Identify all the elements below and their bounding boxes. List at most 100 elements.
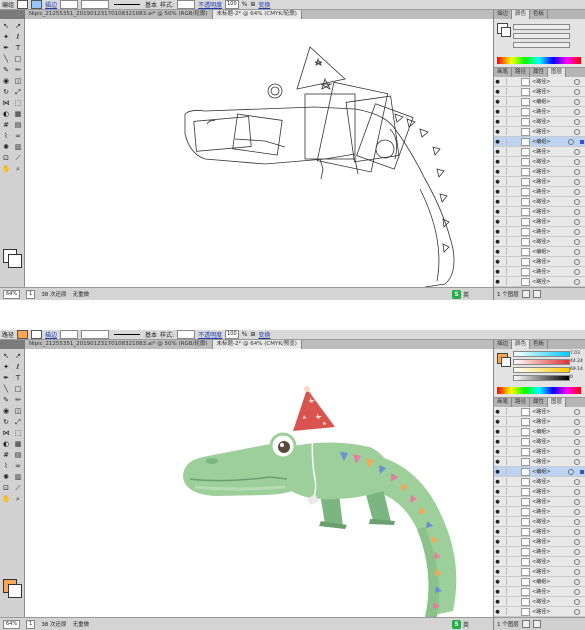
rotate-tool-icon[interactable]: ↻ [1,87,11,97]
eraser-tool-icon[interactable]: ◫ [13,76,23,86]
lock-toggle[interactable] [501,118,507,125]
line-tool-icon[interactable]: ╲ [1,384,11,394]
visibility-eye-icon[interactable]: ● [494,89,501,95]
target-circle-icon[interactable] [574,438,580,445]
layer-row[interactable]: ● <路径> [494,267,585,277]
opacity-link[interactable]: 不透明度 [198,0,222,9]
slice-tool-icon[interactable]: ⟋ [13,153,23,163]
paintbrush-tool-icon[interactable]: ✎ [1,395,11,405]
visibility-eye-icon[interactable]: ● [494,139,501,145]
layer-row[interactable]: ● <路径> [494,597,585,607]
target-circle-icon[interactable] [574,78,580,85]
visibility-eye-icon[interactable]: ● [494,119,501,125]
pen-tool-icon[interactable]: ✒ [1,43,11,53]
visibility-eye-icon[interactable]: ● [494,509,501,515]
new-layer-icon[interactable] [521,290,530,298]
color-spectrum[interactable] [497,57,581,64]
doc-tab-1[interactable]: Nipic_21255351_20190123170108321083.ai* … [25,340,213,349]
lock-toggle[interactable] [501,578,507,585]
target-circle-icon[interactable] [574,248,580,255]
rectangle-tool-icon[interactable]: □ [13,384,23,394]
target-circle-icon[interactable] [574,198,580,205]
visibility-eye-icon[interactable]: ● [494,609,501,615]
visibility-eye-icon[interactable]: ● [494,569,501,575]
visibility-eye-icon[interactable]: ● [494,159,501,165]
tab-brushes[interactable]: 画笔 [494,398,513,407]
layer-row[interactable]: ● <路径> [494,127,585,137]
lock-toggle[interactable] [501,128,507,135]
target-circle-icon[interactable] [574,488,580,495]
style-dropdown[interactable] [177,330,196,339]
target-circle-icon[interactable] [574,518,580,525]
target-circle-icon[interactable] [574,568,580,575]
free-transform-tool-icon[interactable]: ⬚ [13,428,23,438]
layer-row[interactable]: ● <路径> [494,237,585,247]
target-circle-icon[interactable] [574,98,580,105]
free-transform-tool-icon[interactable]: ⬚ [13,98,23,108]
lock-toggle[interactable] [501,448,507,455]
lock-toggle[interactable] [501,208,507,215]
visibility-eye-icon[interactable]: ● [494,459,501,465]
delete-layer-icon[interactable] [532,620,541,628]
layer-row[interactable]: ● <编组> [494,427,585,437]
visibility-eye-icon[interactable]: ● [494,129,501,135]
visibility-eye-icon[interactable]: ● [494,449,501,455]
visibility-eye-icon[interactable]: ● [494,419,501,425]
fill-swatch[interactable] [17,0,29,9]
layer-row[interactable]: ● <路径> [494,77,585,87]
layer-row[interactable]: ● <路径> [494,487,585,497]
layer-row[interactable]: ● <编组> [494,577,585,587]
doc-tab-2[interactable]: 未标题-2* @ 64% (CMYK/预览) [212,340,302,349]
visibility-eye-icon[interactable]: ● [494,179,501,185]
lock-toggle[interactable] [501,608,507,615]
visibility-eye-icon[interactable]: ● [494,259,501,265]
stroke-weight-dropdown[interactable] [60,0,79,9]
tab-brushes[interactable]: 画笔 [494,68,513,77]
slider-3[interactable] [513,42,570,48]
layer-row[interactable]: ● <路径> [494,87,585,97]
opacity-link[interactable]: 不透明度 [198,330,222,339]
layer-row[interactable]: ● <路径> [494,217,585,227]
visibility-eye-icon[interactable]: ● [494,269,501,275]
blob-brush-tool-icon[interactable]: ◉ [1,406,11,416]
lock-toggle[interactable] [501,158,507,165]
blob-brush-tool-icon[interactable]: ◉ [1,76,11,86]
layer-row[interactable]: ● <路径> [494,167,585,177]
layer-row[interactable]: ● <路径> [494,447,585,457]
lock-toggle[interactable] [501,468,507,475]
lock-toggle[interactable] [501,498,507,505]
layer-row[interactable]: ● <路径> [494,507,585,517]
visibility-eye-icon[interactable]: ● [494,479,501,485]
panel-stroke-swatch[interactable] [501,27,511,37]
gradient-tool-icon[interactable]: ▤ [13,450,23,460]
lock-toggle[interactable] [501,478,507,485]
tab-swatches[interactable]: 色板 [530,10,549,19]
layer-row[interactable]: ● <路径> [494,257,585,267]
lasso-tool-icon[interactable]: ℓ [13,362,23,372]
zoom-field[interactable]: 64% [3,289,21,299]
visibility-eye-icon[interactable]: ● [494,79,501,85]
stroke-weight-dropdown[interactable] [60,330,79,339]
visibility-eye-icon[interactable]: ● [494,529,501,535]
perspective-grid-tool-icon[interactable]: ▦ [13,439,23,449]
layer-row[interactable]: ● <路径> [494,517,585,527]
lock-toggle[interactable] [501,418,507,425]
lock-toggle[interactable] [501,538,507,545]
lock-toggle[interactable] [501,438,507,445]
target-circle-icon[interactable] [574,218,580,225]
layer-row[interactable]: ● <路径> [494,407,585,417]
visibility-eye-icon[interactable]: ● [494,589,501,595]
visibility-eye-icon[interactable]: ● [494,209,501,215]
tab-attributes[interactable]: 属性 [530,398,549,407]
layer-row[interactable]: ● <路径> [494,197,585,207]
visibility-eye-icon[interactable]: ● [494,469,501,475]
tab-swatches[interactable]: 色板 [530,340,549,349]
target-circle-icon[interactable] [574,588,580,595]
lock-toggle[interactable] [501,588,507,595]
magic-wand-tool-icon[interactable]: ✦ [1,32,11,42]
stroke-color-box[interactable] [8,254,22,268]
selection-tool-icon[interactable]: ↖ [1,21,11,31]
target-circle-icon[interactable] [574,408,580,415]
pencil-tool-icon[interactable]: ✏ [13,395,23,405]
ime-indicator[interactable]: S 英 [451,290,469,299]
